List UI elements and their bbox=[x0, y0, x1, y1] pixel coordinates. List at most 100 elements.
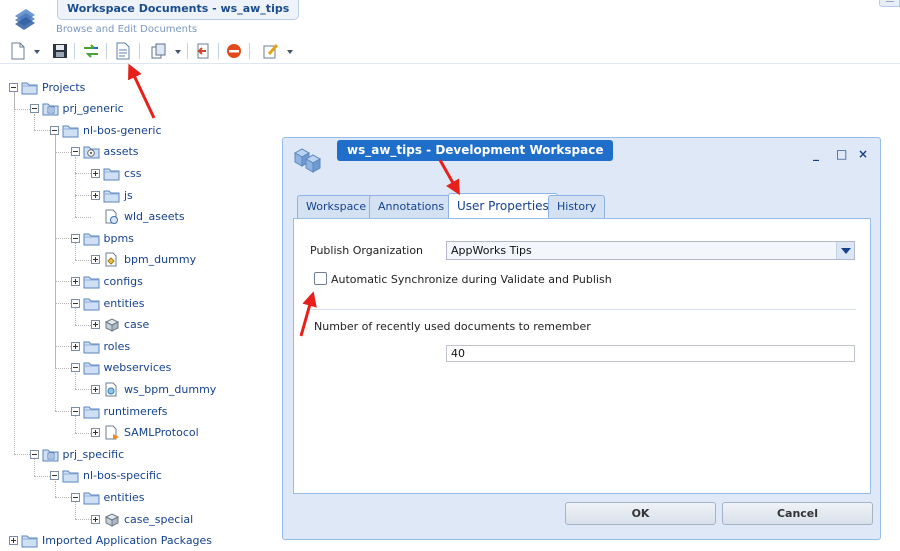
panel-close-button[interactable] bbox=[879, 0, 900, 7]
auto-synchronize-checkbox[interactable] bbox=[314, 272, 327, 285]
chevron-down-icon[interactable] bbox=[836, 242, 854, 259]
expand-icon[interactable] bbox=[91, 428, 100, 438]
edit-icon[interactable] bbox=[262, 42, 280, 60]
tree-node[interactable]: js bbox=[91, 185, 133, 205]
expand-icon[interactable] bbox=[91, 168, 100, 178]
folder-icon bbox=[83, 231, 100, 246]
tree-node[interactable]: prj_generic bbox=[29, 99, 124, 119]
tree-node[interactable]: assets bbox=[70, 142, 139, 162]
tab-user-properties[interactable]: User Properties bbox=[448, 193, 558, 219]
minimize-button[interactable]: _ bbox=[813, 147, 819, 161]
toolbar bbox=[0, 40, 900, 62]
tree-node[interactable]: entities bbox=[70, 487, 144, 507]
tree-node[interactable]: nl-bos-generic bbox=[50, 120, 162, 140]
page-title: Workspace Documents - ws_aw_tips bbox=[57, 0, 300, 20]
tree-node[interactable]: bpms bbox=[70, 228, 134, 248]
page-subtitle: Browse and Edit Documents bbox=[56, 24, 198, 35]
ok-button[interactable]: OK bbox=[565, 502, 716, 525]
folder-icon bbox=[62, 468, 79, 483]
folder-icon bbox=[83, 274, 100, 289]
tree-node[interactable]: runtimerefs bbox=[70, 401, 167, 421]
folder-icon bbox=[103, 188, 120, 203]
save-icon[interactable] bbox=[52, 42, 68, 60]
publish-organization-value: AppWorks Tips bbox=[451, 244, 532, 257]
folder-icon bbox=[21, 80, 38, 95]
tree-node[interactable]: configs bbox=[70, 271, 143, 291]
tree-node[interactable]: prj_specific bbox=[29, 444, 124, 464]
expand-icon[interactable] bbox=[91, 514, 100, 524]
cancel-button[interactable]: Cancel bbox=[722, 502, 873, 525]
dialog-title: ws_aw_tips - Development Workspace bbox=[337, 140, 614, 161]
recent-documents-input[interactable] bbox=[447, 346, 854, 361]
tree-guide-line bbox=[54, 497, 71, 499]
maximize-button[interactable]: □ bbox=[836, 147, 847, 161]
tab-history[interactable]: History bbox=[548, 195, 606, 218]
tab-workspace[interactable]: Workspace bbox=[297, 195, 376, 218]
collapse-icon[interactable] bbox=[70, 233, 80, 243]
tree-node-label: configs bbox=[103, 274, 143, 288]
auto-synchronize-label: Automatic Synchronize during Validate an… bbox=[331, 273, 612, 286]
copy-icon[interactable] bbox=[150, 42, 168, 60]
tree-node-label: bpms bbox=[103, 231, 134, 245]
tree-node[interactable]: nl-bos-specific bbox=[50, 466, 162, 486]
collapse-icon[interactable] bbox=[29, 449, 39, 459]
dropdown-arrow-icon[interactable] bbox=[174, 42, 182, 60]
tree-guide-line bbox=[75, 216, 91, 218]
tree-node[interactable]: ws_bpm_dummy bbox=[91, 379, 216, 399]
collapse-icon[interactable] bbox=[70, 492, 80, 502]
tree-node-label: nl-bos-specific bbox=[83, 469, 162, 483]
tree-node[interactable]: case_special bbox=[91, 509, 193, 529]
expand-icon[interactable] bbox=[70, 341, 80, 351]
collapse-icon[interactable] bbox=[50, 125, 59, 135]
expand-icon[interactable] bbox=[91, 255, 100, 265]
tree-node[interactable]: Imported Application Packages bbox=[9, 531, 212, 551]
collapse-icon[interactable] bbox=[70, 363, 80, 373]
collapse-icon[interactable] bbox=[29, 104, 39, 114]
tree-node[interactable]: roles bbox=[70, 336, 130, 356]
project-icon bbox=[42, 447, 59, 462]
tree-node[interactable]: Projects bbox=[9, 77, 85, 97]
close-button[interactable]: × bbox=[858, 147, 868, 161]
collapse-icon[interactable] bbox=[50, 471, 59, 481]
tree-node[interactable]: css bbox=[91, 163, 142, 183]
tree-node-label: case_special bbox=[124, 512, 194, 526]
gear-folder-icon bbox=[83, 144, 100, 159]
folder-icon bbox=[103, 166, 120, 181]
stop-icon[interactable] bbox=[226, 42, 242, 60]
toolbar-separator bbox=[106, 43, 107, 59]
expand-icon[interactable] bbox=[91, 190, 100, 200]
workspace-cubes-icon bbox=[291, 143, 323, 175]
document-properties-icon[interactable] bbox=[115, 42, 131, 60]
collapse-icon[interactable] bbox=[9, 82, 18, 92]
expand-icon[interactable] bbox=[9, 536, 18, 546]
publish-organization-select[interactable]: AppWorks Tips bbox=[446, 241, 855, 260]
workspace-dialog: ws_aw_tips - Development Workspace _ □ ×… bbox=[282, 137, 881, 540]
publish-organization-label: Publish Organization bbox=[310, 244, 424, 257]
collapse-icon[interactable] bbox=[70, 298, 80, 308]
tree-guide-line bbox=[54, 151, 71, 153]
synchronize-icon[interactable] bbox=[82, 42, 100, 60]
tree-node[interactable]: webservices bbox=[70, 358, 171, 378]
tree-node[interactable]: bpm_dummy bbox=[91, 250, 196, 270]
entity-icon bbox=[103, 512, 120, 527]
tree-node[interactable]: wld_aseets bbox=[91, 207, 185, 227]
tree-node-label: js bbox=[124, 188, 133, 202]
expand-icon[interactable] bbox=[91, 320, 100, 330]
tree-node[interactable]: case bbox=[91, 315, 149, 335]
collapse-icon[interactable] bbox=[70, 406, 80, 416]
tree-node[interactable]: entities bbox=[70, 293, 145, 313]
tree-node-label: entities bbox=[103, 296, 145, 310]
expand-icon[interactable] bbox=[91, 384, 100, 394]
expand-icon[interactable] bbox=[70, 276, 80, 286]
tree-guide-line bbox=[54, 346, 71, 348]
dropdown-arrow-icon[interactable] bbox=[286, 42, 294, 60]
tree-guide-line bbox=[34, 130, 50, 132]
tree-node[interactable]: SAMLProtocol bbox=[91, 423, 199, 443]
exit-icon[interactable] bbox=[195, 42, 211, 60]
new-document-icon[interactable] bbox=[10, 42, 26, 60]
dropdown-arrow-icon[interactable] bbox=[33, 42, 41, 60]
tab-annotations[interactable]: Annotations bbox=[369, 195, 454, 218]
collapse-icon[interactable] bbox=[70, 147, 80, 157]
web-library-icon bbox=[103, 209, 120, 225]
tree-guide-line bbox=[13, 108, 30, 110]
